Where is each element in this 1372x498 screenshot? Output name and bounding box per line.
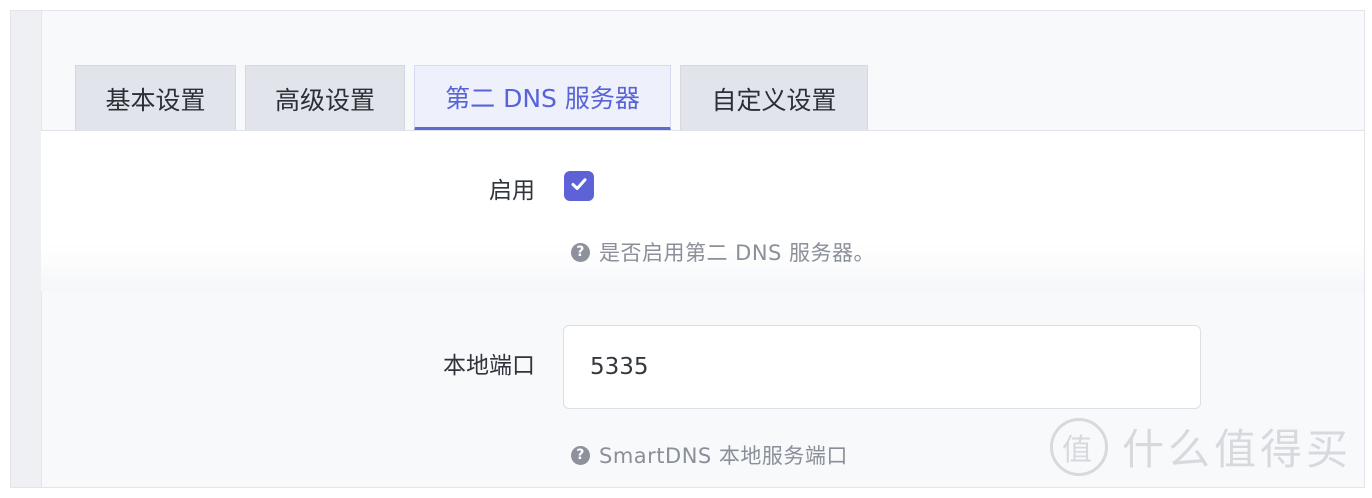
tab-bar: 基本设置 高级设置 第二 DNS 服务器 自定义设置 xyxy=(75,65,877,131)
enable-help-text: 是否启用第二 DNS 服务器。 xyxy=(599,241,876,265)
tab-advanced-settings[interactable]: 高级设置 xyxy=(245,65,405,131)
tab-second-dns-server[interactable]: 第二 DNS 服务器 xyxy=(414,65,671,131)
left-rail xyxy=(11,11,42,487)
local-port-help: ? SmartDNS 本地服务端口 xyxy=(571,440,848,470)
check-icon xyxy=(570,175,588,197)
tab-label: 自定义设置 xyxy=(711,85,837,115)
tab-label: 基本设置 xyxy=(105,85,206,115)
tab-basic-settings[interactable]: 基本设置 xyxy=(75,65,236,131)
tab-label: 第二 DNS 服务器 xyxy=(445,83,640,113)
local-port-label: 本地端口 xyxy=(443,353,535,379)
watermark-badge: 值 xyxy=(1049,417,1108,476)
enable-row-background xyxy=(41,131,1364,291)
question-circle-icon: ? xyxy=(571,445,590,465)
watermark-text: 什么值得买 xyxy=(1121,425,1352,474)
tab-custom-settings[interactable]: 自定义设置 xyxy=(680,65,868,131)
local-port-help-text: SmartDNS 本地服务端口 xyxy=(599,444,848,468)
question-circle-icon: ? xyxy=(571,242,590,262)
watermark-logo: 值 什么值得买 xyxy=(1049,416,1352,477)
settings-panel: 基本设置 高级设置 第二 DNS 服务器 自定义设置 启用 ? 是否启用第二 D… xyxy=(10,10,1365,488)
local-port-input[interactable] xyxy=(563,325,1201,409)
tab-label: 高级设置 xyxy=(274,85,375,115)
enable-checkbox[interactable] xyxy=(564,171,594,201)
enable-help: ? 是否启用第二 DNS 服务器。 xyxy=(571,237,875,267)
enable-label: 启用 xyxy=(489,178,535,204)
